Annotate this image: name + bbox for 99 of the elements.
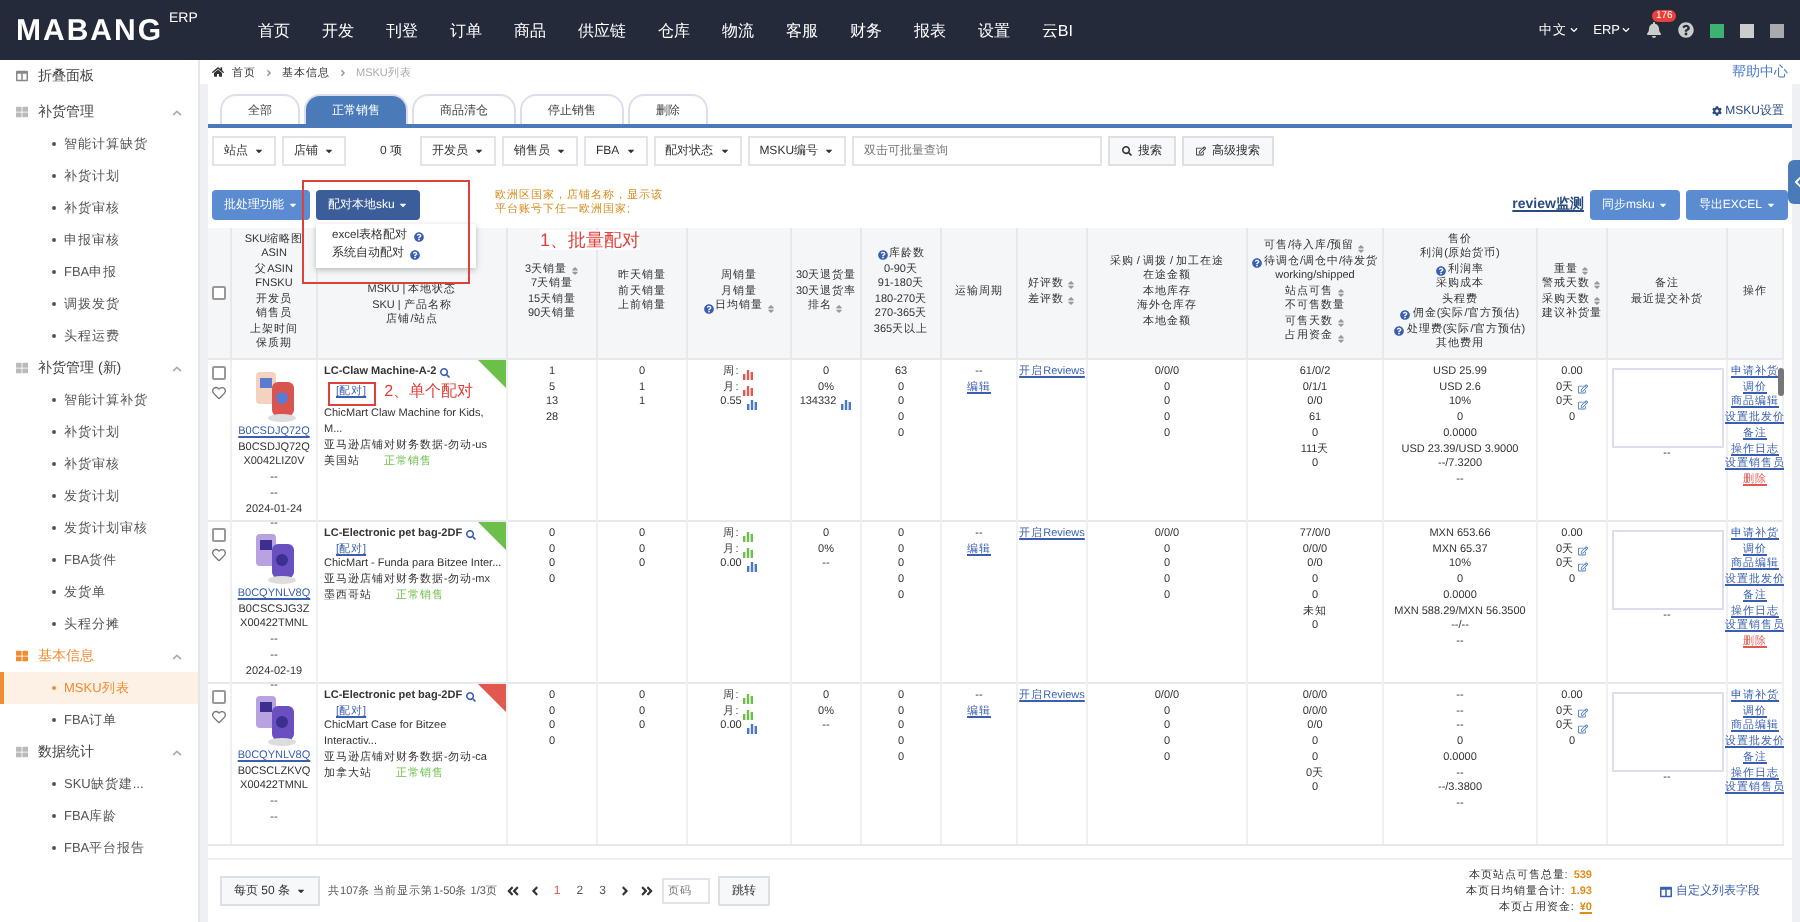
chart-icon[interactable] [742, 707, 755, 720]
chevron-icon [172, 363, 182, 373]
sort-icon[interactable] [569, 265, 580, 276]
grid-icon [16, 362, 28, 374]
annotation-text: 2、单个配对 [384, 383, 474, 400]
caret-icon [719, 146, 730, 156]
search-icon [1122, 146, 1133, 156]
logo: MABANG [16, 13, 163, 47]
nav-item[interactable]: 设置 [977, 19, 1010, 41]
heart-icon[interactable] [212, 710, 226, 724]
chevron-icon [264, 67, 274, 77]
nav-item[interactable]: 首页 [257, 19, 290, 41]
sort-icon[interactable] [1335, 288, 1345, 298]
previous-page-icon[interactable] [527, 884, 542, 898]
status-icon [1710, 23, 1724, 37]
caret-icon [296, 886, 307, 896]
grid-icon [16, 106, 28, 118]
caret-icon [1766, 199, 1776, 209]
chevron-icon [1622, 26, 1630, 34]
logo-suffix: ERP [169, 12, 198, 26]
caret-icon [474, 146, 485, 156]
sort-icon[interactable] [1592, 280, 1602, 291]
chart-icon[interactable] [745, 398, 758, 411]
caret-icon [625, 146, 636, 156]
avatar[interactable] [1770, 23, 1784, 37]
nav-item[interactable]: 报表 [913, 19, 946, 41]
sort-icon[interactable] [1335, 318, 1345, 328]
home-icon [212, 66, 224, 78]
chevron-icon [172, 651, 182, 661]
chart-icon[interactable] [745, 722, 758, 735]
sort-icon[interactable] [1592, 295, 1602, 306]
sort-icon[interactable] [765, 303, 775, 313]
sort-icon[interactable] [1066, 295, 1076, 306]
sort-icon[interactable] [1335, 333, 1345, 343]
search-icon[interactable] [440, 368, 451, 379]
nav-item[interactable]: 财务 [849, 19, 882, 41]
search-icon[interactable] [466, 530, 477, 541]
checkbox[interactable] [212, 690, 226, 704]
checkbox[interactable] [212, 286, 226, 300]
checkbox[interactable] [212, 528, 226, 542]
nav-item[interactable]: 开发 [321, 19, 354, 41]
remark-field[interactable] [1611, 530, 1723, 610]
nav-item[interactable]: 供应链 [577, 19, 626, 41]
sort-icon[interactable] [1356, 243, 1367, 253]
nav-item[interactable]: 物流 [721, 19, 754, 41]
nav-item[interactable]: 云BI [1041, 19, 1073, 41]
sort-icon[interactable] [834, 303, 844, 313]
menu-icon [16, 70, 28, 82]
first-page-icon[interactable] [505, 884, 520, 898]
nav-item[interactable]: 仓库 [657, 19, 690, 41]
heart-icon[interactable] [212, 548, 226, 562]
edit-icon[interactable] [1578, 546, 1589, 557]
nav-item[interactable]: 客服 [785, 19, 818, 41]
chevron-icon [338, 67, 348, 77]
annotation-text: 1、批量配对 [540, 229, 641, 249]
settings-icon [1711, 106, 1722, 116]
chart-icon[interactable] [742, 545, 755, 558]
last-page-icon[interactable] [639, 884, 654, 898]
edit-icon[interactable] [1578, 708, 1589, 719]
grid-icon [16, 650, 28, 662]
chart-icon[interactable] [742, 367, 755, 380]
caret-icon [324, 146, 334, 156]
heart-icon[interactable] [212, 386, 226, 400]
remark-field[interactable] [1611, 368, 1723, 448]
chart-icon[interactable] [745, 560, 758, 573]
nav-item[interactable]: 刊登 [385, 19, 418, 41]
square-icon [1740, 23, 1754, 37]
edit-icon[interactable] [1578, 561, 1589, 572]
caret-icon [254, 146, 264, 156]
caret-icon [288, 199, 298, 209]
sort-icon[interactable] [1580, 265, 1590, 276]
chart-icon[interactable] [742, 529, 755, 542]
chevron-icon [1569, 26, 1578, 34]
caret-icon [398, 199, 409, 209]
search-icon[interactable] [466, 692, 477, 703]
annotation-frame [328, 381, 377, 407]
chevron-icon [172, 107, 182, 117]
caret-icon [556, 146, 567, 156]
edit-icon[interactable] [1578, 399, 1589, 410]
scrollbar[interactable] [1778, 368, 1784, 396]
help-icon [1678, 22, 1694, 38]
grid-icon [16, 746, 28, 758]
caret-icon [1658, 199, 1669, 209]
chart-icon[interactable] [742, 383, 755, 396]
sort-icon[interactable] [1066, 280, 1076, 291]
next-page-icon[interactable] [617, 884, 632, 898]
remark-field[interactable] [1611, 692, 1723, 772]
columns-icon [1660, 885, 1672, 897]
nav-item[interactable]: 订单 [449, 19, 482, 41]
edit-icon[interactable] [1578, 384, 1589, 395]
chart-icon[interactable] [840, 398, 853, 411]
caret-icon [824, 146, 835, 156]
checkbox[interactable] [212, 366, 226, 380]
edit-icon[interactable] [1578, 723, 1589, 734]
chevron-icon [172, 747, 182, 757]
nav-item[interactable]: 商品 [513, 19, 546, 41]
edit-icon [1196, 146, 1207, 156]
bell-icon[interactable] [1646, 22, 1662, 38]
chart-icon[interactable] [742, 691, 755, 704]
